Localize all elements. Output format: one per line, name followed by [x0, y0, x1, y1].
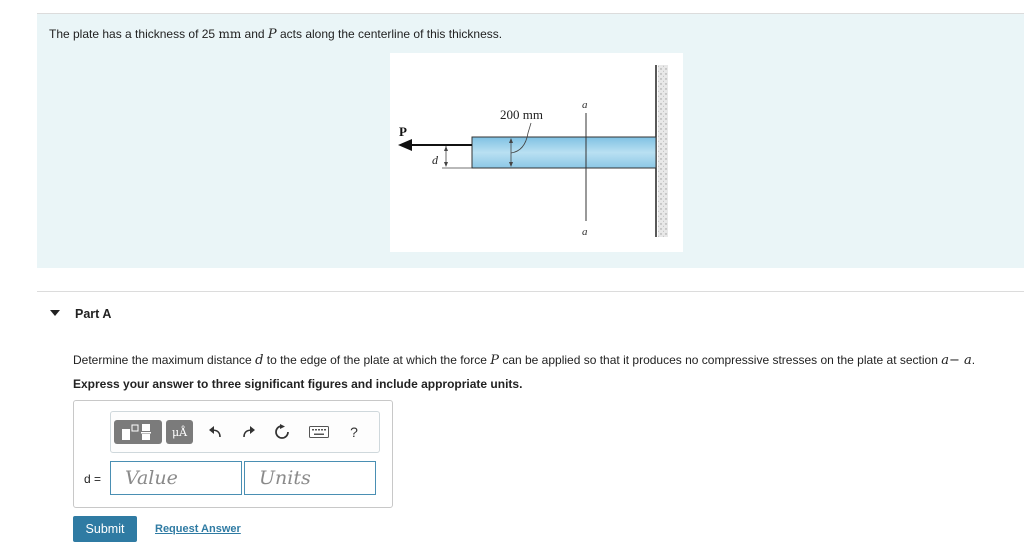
keyboard-button[interactable] — [307, 420, 331, 444]
part-a-header[interactable]: Part A — [37, 291, 1024, 336]
units-button[interactable]: μÅ — [166, 420, 193, 444]
section-label-bottom: a — [582, 226, 588, 238]
force-label: P — [399, 124, 407, 139]
reset-button[interactable] — [271, 420, 293, 444]
question-text: Determine the maximum distance d to the … — [73, 353, 975, 368]
redo-icon — [243, 426, 255, 438]
problem-text-mid: and — [241, 27, 268, 41]
part-title: Part A — [75, 307, 112, 321]
answer-instruction: Express your answer to three significant… — [73, 377, 523, 391]
problem-panel: The plate has a thickness of 25 mm and P… — [37, 13, 1024, 268]
dimension-label: 200 mm — [500, 107, 543, 122]
question-var-p: P — [490, 353, 499, 368]
problem-statement: The plate has a thickness of 25 mm and P… — [49, 27, 502, 42]
help-button[interactable]: ? — [344, 420, 364, 444]
question-mid: to the edge of the plate at which the fo… — [263, 353, 491, 367]
force-symbol: P — [267, 27, 277, 42]
question-after: can be applied so that it produces no co… — [498, 353, 942, 367]
variable-label: d = — [84, 472, 102, 486]
force-arrowhead — [398, 139, 412, 151]
thickness-unit: mm — [218, 27, 242, 41]
reset-icon — [275, 424, 289, 439]
problem-figure: P d 200 mm a a — [390, 53, 683, 252]
undo-icon — [209, 426, 221, 438]
fixed-wall — [658, 65, 668, 237]
collapse-caret-icon[interactable] — [50, 310, 60, 316]
question-section: a− a — [941, 353, 972, 368]
units-input[interactable] — [244, 461, 376, 495]
d-arrowhead-bottom — [444, 162, 448, 167]
plate — [471, 136, 657, 169]
question-before: Determine the maximum distance — [73, 353, 256, 367]
section-label-top: a — [582, 99, 588, 111]
answer-box: μÅ ? d = Value Units — [73, 400, 393, 508]
d-label: d — [432, 153, 439, 167]
problem-text-after: acts along the centerline of this thickn… — [276, 27, 503, 41]
templates-button[interactable] — [114, 420, 162, 444]
math-toolbar: μÅ ? — [110, 411, 380, 453]
problem-text-before: The plate has a thickness of 25 — [49, 27, 219, 41]
value-input[interactable] — [110, 461, 242, 495]
d-arrowhead-top — [444, 146, 448, 151]
question-end: . — [971, 353, 976, 367]
redo-button[interactable] — [239, 420, 259, 444]
keyboard-icon — [309, 426, 329, 438]
template-icon — [122, 424, 151, 440]
request-answer-link[interactable]: Request Answer — [155, 523, 241, 535]
submit-button[interactable]: Submit — [73, 516, 137, 542]
undo-button[interactable] — [205, 420, 225, 444]
plate-diagram: P d 200 mm a a — [398, 65, 668, 238]
